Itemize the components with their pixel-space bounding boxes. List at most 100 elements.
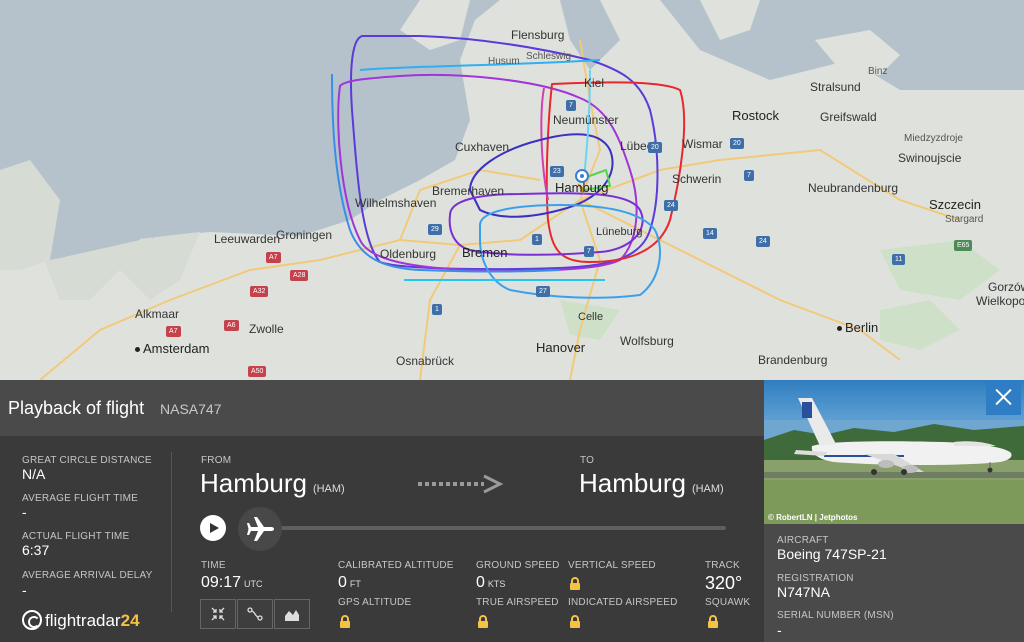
origin-city[interactable]: Hamburg	[200, 468, 307, 498]
calibrated-altitude-number: 0	[338, 574, 347, 591]
road-shield: A7	[166, 326, 181, 337]
play-button[interactable]	[200, 515, 226, 541]
chart-icon	[285, 610, 299, 621]
city-label-binz: Binz	[868, 66, 888, 77]
route-icon	[247, 607, 263, 621]
road-shield: 11	[892, 254, 906, 265]
actual-flight-time-label: Actual Flight Time	[22, 531, 130, 542]
playback-timeline[interactable]	[268, 526, 726, 530]
lock-icon	[339, 615, 351, 628]
time-value: 09:17 UTC	[201, 574, 263, 592]
city-label-stargard: Stargard	[945, 214, 984, 225]
city-label-zwolle: Zwolle	[249, 322, 284, 336]
ground-speed-unit: KTS	[487, 579, 506, 589]
panel-header: Playback of flight NASA747	[0, 380, 764, 436]
time-label: Time	[201, 560, 226, 571]
average-flight-time-value: -	[22, 504, 27, 520]
road-shield: A6	[224, 320, 239, 331]
city-label-flensburg: Flensburg	[511, 28, 565, 42]
destination-airport[interactable]: Hamburg (HAM)	[579, 468, 724, 499]
city-label-cuxhaven: Cuxhaven	[455, 140, 510, 154]
road-shield: 1	[432, 304, 442, 315]
city-label-wielkopolski: Wielkopolski	[976, 294, 1024, 308]
city-label-bremerhaven: Bremerhaven	[432, 184, 505, 198]
city-label-husum: Husum	[488, 56, 520, 67]
playback-panel: Playback of flight NASA747 Great Circle …	[0, 380, 764, 642]
gps-altitude-label: GPS Altitude	[338, 597, 412, 608]
panel-title: Playback of flight	[8, 398, 145, 418]
city-label-brandenburg: Brandenburg	[758, 353, 828, 367]
lock-icon	[477, 615, 489, 628]
close-button[interactable]	[986, 380, 1021, 415]
road-shield: 29	[428, 224, 442, 235]
city-label-wismar: Wismar	[682, 137, 723, 151]
road-shield: 7	[744, 170, 754, 181]
destination-city[interactable]: Hamburg	[579, 468, 686, 498]
city-label-swinoujscie: Swinoujscie	[898, 151, 962, 165]
collapse-button[interactable]	[200, 599, 236, 629]
indicated-airspeed-label: Indicated Airspeed	[568, 597, 678, 608]
aircraft-type-value[interactable]: Boeing 747SP-21	[777, 546, 887, 562]
aircraft-info-panel: © RobertLN | Jetphotos Aircraft Boeing 7…	[764, 380, 1024, 642]
lock-icon	[569, 577, 581, 590]
serial-number-label: Serial Number (MSN)	[777, 610, 894, 621]
timeline-handle[interactable]	[238, 507, 282, 551]
actual-flight-time-value: 6:37	[22, 542, 50, 558]
city-label-greifswald: Greifswald	[820, 110, 877, 124]
city-label-miedzyzdroje: Miedzyzdroje	[904, 133, 963, 144]
lock-icon	[569, 615, 581, 628]
squawk-label: Squawk	[705, 597, 751, 608]
origin-airport[interactable]: Hamburg (HAM)	[200, 468, 345, 499]
road-shield: 7	[584, 246, 594, 257]
aircraft-photo-image	[764, 380, 1024, 524]
flight-callsign: NASA747	[160, 401, 222, 417]
city-label-luneburg: Lüneburg	[596, 226, 643, 238]
route-button[interactable]	[237, 599, 273, 629]
from-label: From	[201, 455, 232, 466]
ground-speed-number: 0	[476, 574, 485, 591]
calibrated-altitude-value: 0 FT	[338, 574, 361, 592]
airplane-icon	[247, 517, 274, 541]
great-circle-distance-value: N/A	[22, 466, 46, 482]
road-shield: 24	[756, 236, 770, 247]
city-label-rostock: Rostock	[732, 108, 779, 123]
road-shield: 14	[703, 228, 717, 239]
city-label-groningen: Groningen	[276, 228, 333, 242]
true-airspeed-label: True Airspeed	[476, 597, 559, 608]
road-shield: 27	[536, 286, 550, 297]
ground-speed-label: Ground Speed	[476, 560, 560, 571]
collapse-icon	[211, 607, 225, 621]
city-label-osnabruck: Osnabrück	[396, 354, 455, 368]
altitude-graph-button[interactable]	[274, 599, 310, 629]
city-label-leeuwarden: Leeuwarden	[214, 232, 281, 246]
flight-map[interactable]: Flensburg Schleswig Husum Kiel Neumünste…	[0, 0, 1024, 380]
city-label-hanover: Hanover	[536, 340, 586, 355]
road-shield: 20	[730, 138, 744, 149]
lock-icon	[707, 615, 719, 628]
city-label-wilhelmshaven: Wilhelmshaven	[355, 196, 437, 210]
road-shield: 24	[664, 200, 678, 211]
city-label-schleswig: Schleswig	[526, 51, 572, 62]
logo-text: flightradar	[45, 611, 121, 630]
registration-value[interactable]: N747NA	[777, 584, 830, 600]
flightradar24-logo[interactable]: flightradar24	[22, 610, 140, 631]
track-label: Track	[705, 560, 740, 571]
city-label-berlin: Berlin	[837, 320, 878, 335]
ground-speed-value: 0 KTS	[476, 574, 505, 592]
city-label-schwerin: Schwerin	[672, 172, 722, 186]
vertical-speed-label: Vertical Speed	[568, 560, 656, 571]
calibrated-altitude-label: Calibrated Altitude	[338, 560, 454, 571]
divider	[171, 452, 172, 612]
road-shield: 20	[648, 142, 662, 153]
road-shield: A50	[248, 366, 267, 377]
city-label-bremen: Bremen	[462, 245, 508, 260]
serial-number-value: -	[777, 622, 782, 638]
aircraft-photo[interactable]: © RobertLN | Jetphotos	[764, 380, 1024, 524]
road-shield: A7	[266, 252, 281, 263]
city-label-neubrandenburg: Neubrandenburg	[808, 181, 899, 195]
city-label-hamburg: Hamburg	[555, 180, 609, 195]
city-label-neumunster: Neumünster	[553, 113, 619, 127]
photo-credit[interactable]: © RobertLN | Jetphotos	[768, 513, 857, 522]
road-shield: 1	[532, 234, 542, 245]
to-label: To	[580, 455, 595, 466]
